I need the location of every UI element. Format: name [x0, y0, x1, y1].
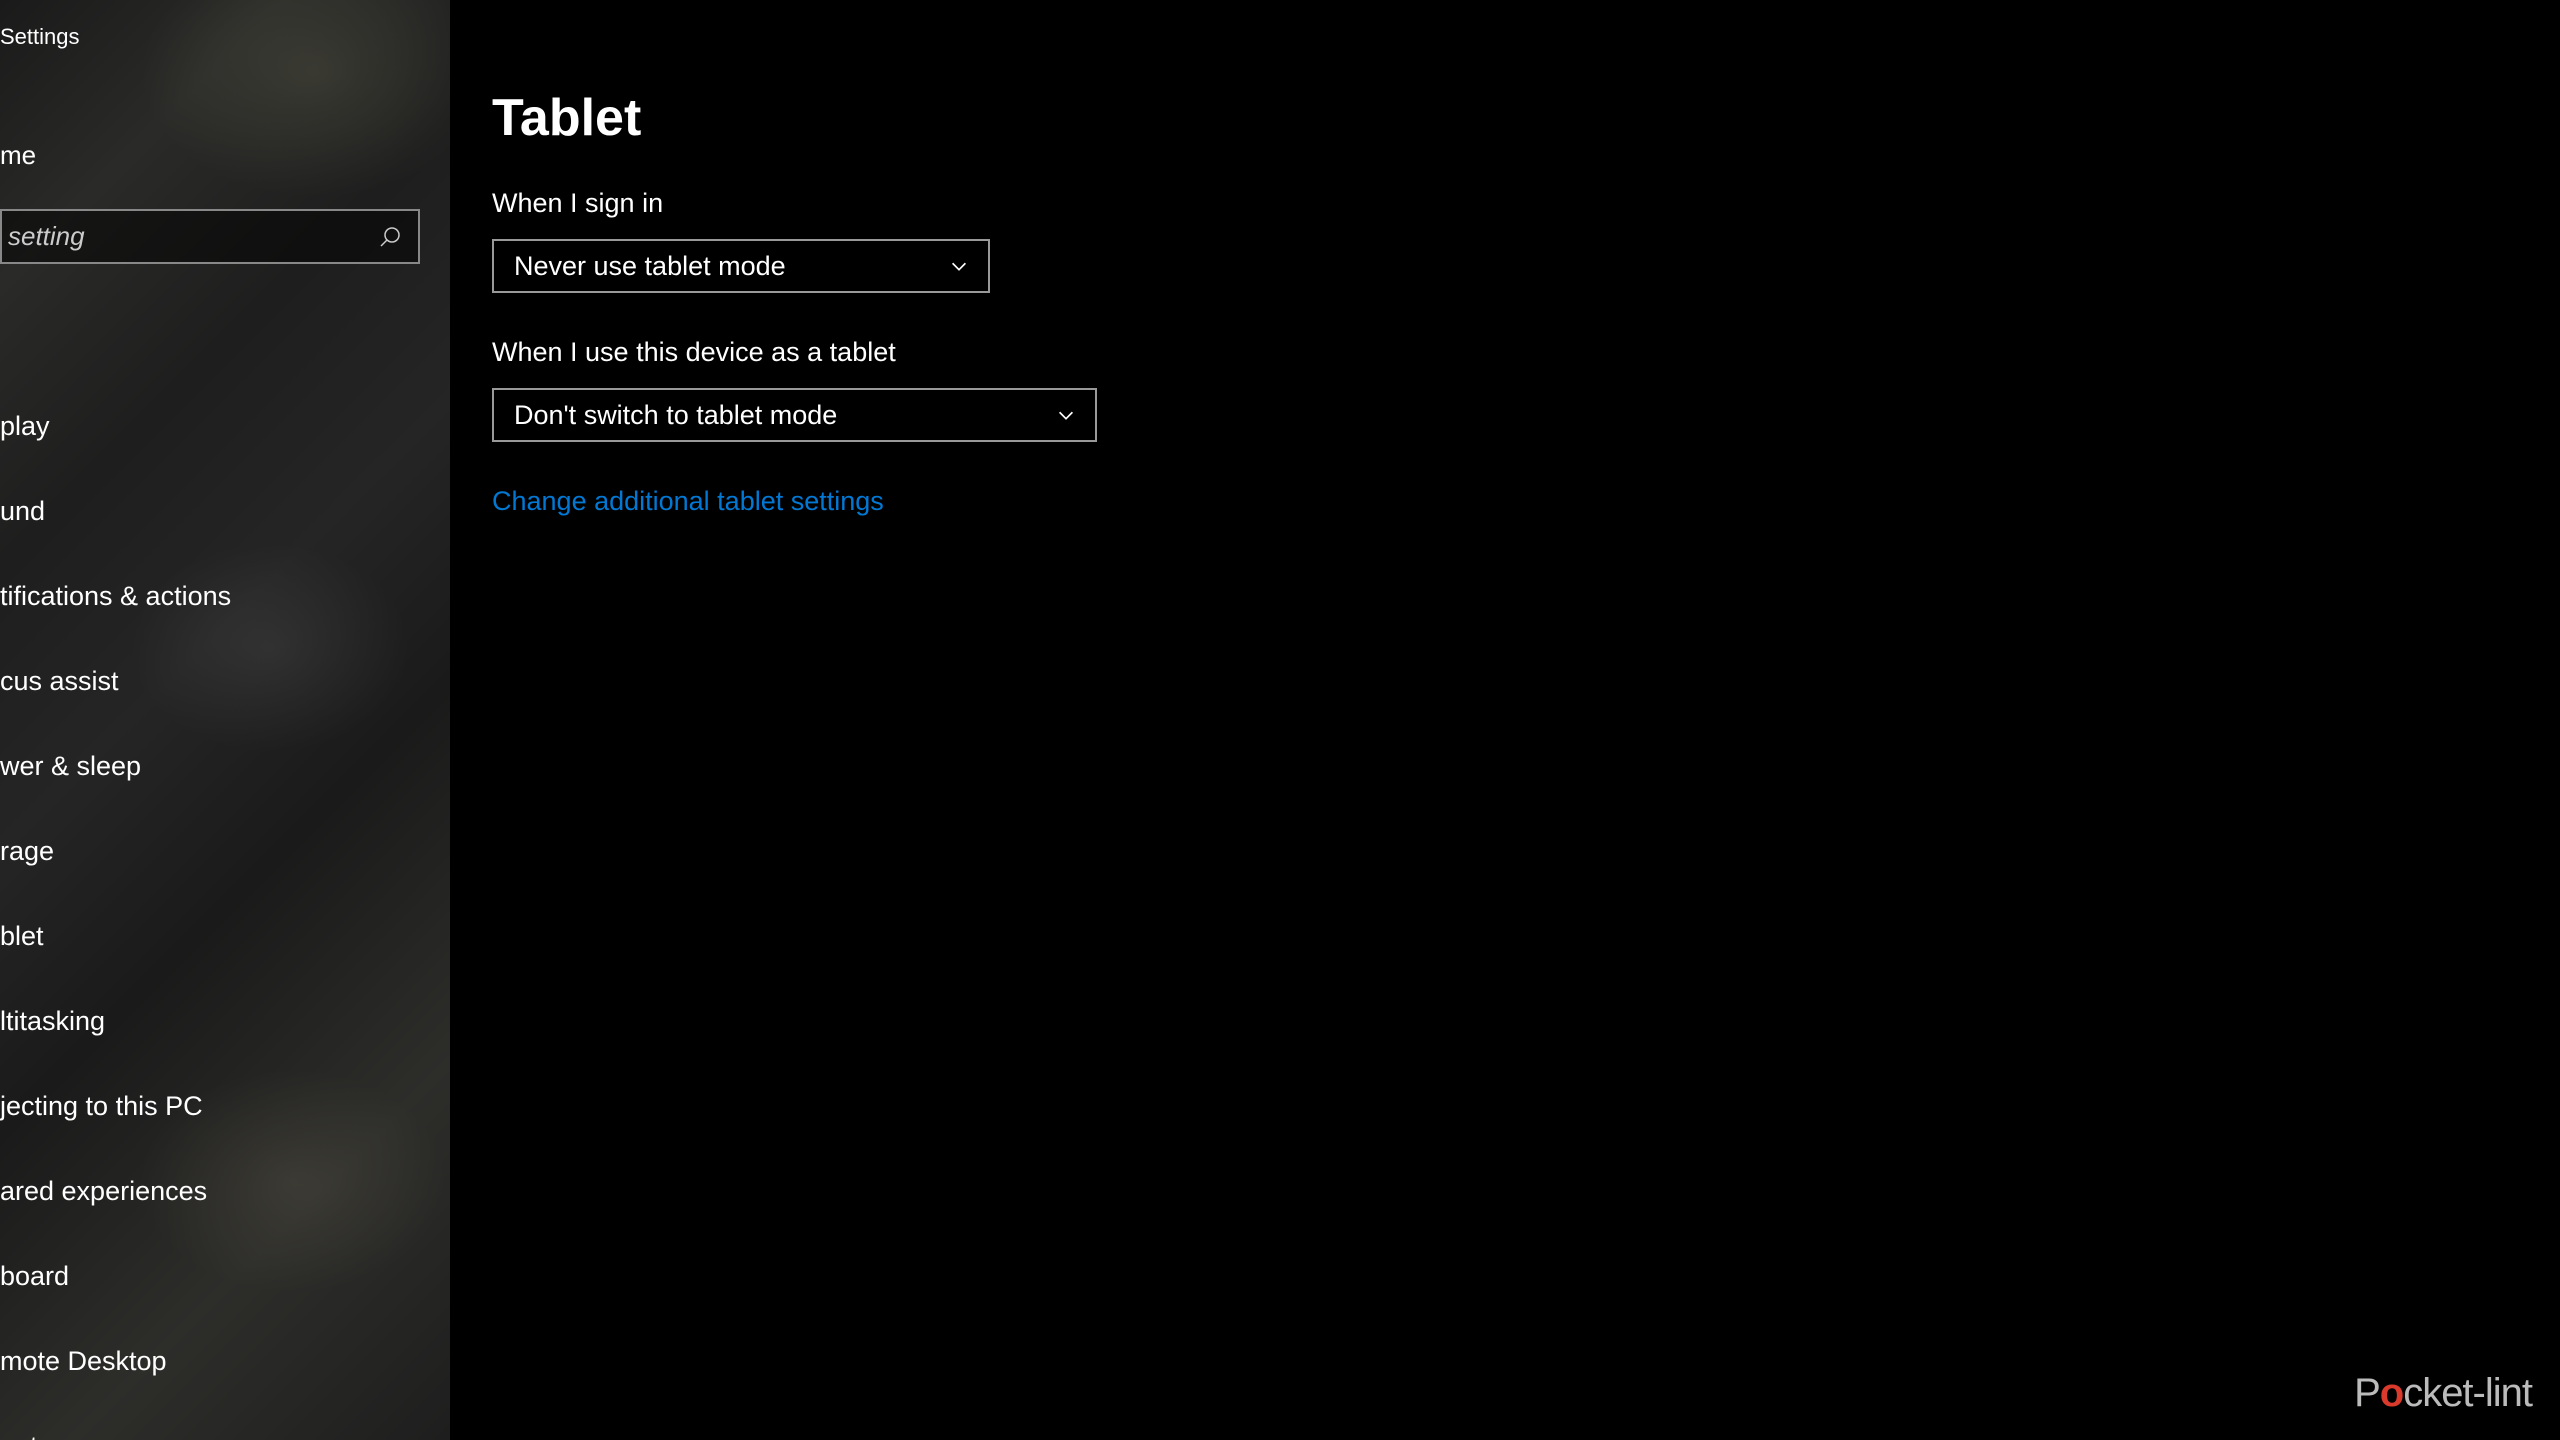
page-title: Tablet: [492, 88, 2560, 148]
sidebar-item-label: ltitasking: [0, 1006, 105, 1037]
additional-settings-link[interactable]: Change additional tablet settings: [492, 486, 884, 517]
sidebar-item-notifications[interactable]: tifications & actions: [0, 554, 450, 639]
sidebar-item-shared-experiences[interactable]: ared experiences: [0, 1149, 450, 1234]
sidebar-item-label: tifications & actions: [0, 581, 231, 612]
sidebar-item-label: rage: [0, 836, 54, 867]
sign-in-mode-dropdown[interactable]: Never use tablet mode: [492, 239, 990, 293]
setting-label: When I sign in: [492, 188, 2560, 219]
sidebar-item-sound[interactable]: und: [0, 469, 450, 554]
watermark-accent: o: [2380, 1371, 2403, 1415]
home-link[interactable]: me: [0, 50, 450, 171]
sidebar-item-label: ared experiences: [0, 1176, 207, 1207]
sidebar-item-tablet[interactable]: blet: [0, 894, 450, 979]
settings-sidebar: Settings me play und tifications & actio…: [0, 0, 450, 1440]
sidebar-item-clipboard[interactable]: board: [0, 1234, 450, 1319]
dropdown-value: Don't switch to tablet mode: [514, 400, 837, 431]
sidebar-item-power-sleep[interactable]: wer & sleep: [0, 724, 450, 809]
search-input[interactable]: [8, 221, 378, 252]
sidebar-item-multitasking[interactable]: ltitasking: [0, 979, 450, 1064]
sidebar-item-label: wer & sleep: [0, 751, 141, 782]
sidebar-item-label: mote Desktop: [0, 1346, 167, 1377]
sidebar-item-label: jecting to this PC: [0, 1091, 203, 1122]
sidebar-item-display[interactable]: play: [0, 384, 450, 469]
search-icon: [378, 225, 402, 249]
sidebar-item-label: play: [0, 411, 50, 442]
sidebar-item-remote-desktop[interactable]: mote Desktop: [0, 1319, 450, 1404]
sidebar-item-about[interactable]: out: [0, 1404, 450, 1440]
sidebar-nav: play und tifications & actions cus assis…: [0, 384, 450, 1440]
sidebar-item-label: out: [0, 1431, 38, 1440]
device-tablet-dropdown[interactable]: Don't switch to tablet mode: [492, 388, 1097, 442]
chevron-down-icon: [1055, 404, 1077, 426]
sidebar-item-focus-assist[interactable]: cus assist: [0, 639, 450, 724]
chevron-down-icon: [948, 255, 970, 277]
watermark-text-1: P: [2354, 1371, 2380, 1415]
sidebar-item-label: und: [0, 496, 45, 527]
setting-device-tablet: When I use this device as a tablet Don't…: [492, 337, 2560, 442]
search-box[interactable]: [0, 209, 420, 264]
setting-sign-in: When I sign in Never use tablet mode: [492, 188, 2560, 293]
sidebar-item-label: cus assist: [0, 666, 119, 697]
app-title: Settings: [0, 0, 450, 50]
setting-label: When I use this device as a tablet: [492, 337, 2560, 368]
watermark-text-2: cket-lint: [2403, 1371, 2532, 1415]
sidebar-item-projecting[interactable]: jecting to this PC: [0, 1064, 450, 1149]
watermark: Pocket-lint: [2354, 1371, 2532, 1416]
sidebar-item-storage[interactable]: rage: [0, 809, 450, 894]
dropdown-value: Never use tablet mode: [514, 251, 786, 282]
sidebar-item-label: blet: [0, 921, 44, 952]
main-content: Tablet When I sign in Never use tablet m…: [450, 0, 2560, 1440]
sidebar-item-label: board: [0, 1261, 69, 1292]
